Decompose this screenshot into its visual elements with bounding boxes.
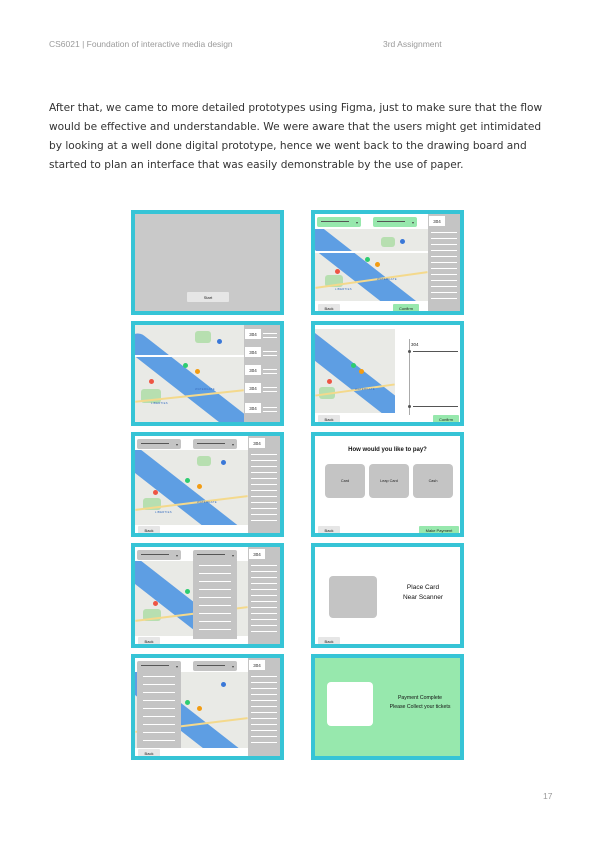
route-number[interactable]: 304 — [245, 329, 261, 339]
route-list-panel: 304 — [248, 436, 280, 533]
map: WATERGATE LIBERTIES — [315, 229, 428, 301]
back-button[interactable]: Back — [138, 749, 160, 756]
prototype-dropdown-open: ▾ ▾ 304 Back — [131, 543, 284, 648]
route-dropdown[interactable]: ▾ — [317, 217, 361, 227]
route-dropdown[interactable]: ▾ — [137, 550, 181, 560]
prototype-payment: How would you like to pay? Card Leap Car… — [311, 432, 464, 537]
route-list-panel: 304 304 304 304 304 — [244, 325, 280, 422]
ticket-placeholder — [327, 682, 373, 726]
body-paragraph: After that, we came to more detailed pro… — [49, 102, 543, 171]
pay-option-card[interactable]: Card — [325, 464, 365, 498]
stop-dropdown[interactable]: ▾ — [193, 661, 237, 671]
prototype-stop-select: WATERGATE 304 Back Confirm — [311, 321, 464, 426]
route-list-panel: 304 — [248, 658, 280, 756]
route-number: 304 — [249, 549, 265, 559]
route-number: 304 — [429, 216, 445, 226]
back-button[interactable]: Back — [138, 637, 160, 644]
make-payment-button[interactable]: Make Payment — [419, 526, 459, 533]
stop-dropdown[interactable]: ▾ — [373, 217, 417, 227]
prototype-dropdown-closed: WATERGATE LIBERTIES ▾ ▾ 304 Back — [131, 432, 284, 537]
map: WATERGATE LIBERTIES — [135, 325, 244, 422]
back-button[interactable]: Back — [318, 304, 340, 311]
pay-option-leap-card[interactable]: Leap Card — [369, 464, 409, 498]
back-button[interactable]: Back — [318, 526, 340, 533]
place-card-message: Place Card Near Scanner — [402, 584, 444, 601]
card-placeholder — [329, 576, 377, 618]
confirm-button[interactable]: Confirm — [433, 415, 459, 422]
prototype-dropdown-open-2: ▾ ▾ 304 Back — [131, 654, 284, 760]
header-assignment: 3rd Assignment — [383, 39, 442, 49]
route-number: 304 — [249, 660, 265, 670]
back-button[interactable]: Back — [318, 415, 340, 422]
prototype-start-screen: Start — [131, 210, 284, 315]
payment-complete-message: Payment Complete Please Collect your tic… — [389, 695, 451, 710]
route-list-panel: 304 — [428, 214, 460, 311]
route-number[interactable]: 304 — [245, 365, 261, 375]
pay-option-cash[interactable]: Cash — [413, 464, 453, 498]
payment-title: How would you like to pay? — [348, 447, 427, 453]
route-dropdown-list[interactable] — [137, 670, 181, 748]
stop-dropdown[interactable]: ▾ — [193, 439, 237, 449]
map: WATERGATE LIBERTIES — [135, 450, 248, 525]
map: WATERGATE — [315, 329, 395, 413]
start-button[interactable]: Start — [187, 292, 229, 302]
route-dropdown[interactable]: ▾ — [137, 439, 181, 449]
prototype-route-list: WATERGATE LIBERTIES 304 304 304 304 304 — [131, 321, 284, 426]
route-number[interactable]: 304 — [245, 383, 261, 393]
back-button[interactable]: Back — [138, 526, 160, 533]
route-number: 304 — [249, 438, 265, 448]
stop-dropdown-list[interactable] — [193, 559, 237, 639]
prototype-route-select: WATERGATE LIBERTIES ▾ ▾ 304 Back Confirm — [311, 210, 464, 315]
confirm-button[interactable]: Confirm — [393, 304, 419, 311]
route-number[interactable]: 304 — [245, 347, 261, 357]
route-number: 304 — [411, 342, 419, 347]
prototype-payment-complete: Payment Complete Please Collect your tic… — [311, 654, 464, 760]
prototype-place-card: Place Card Near Scanner Back — [311, 543, 464, 648]
route-list-panel: 304 — [248, 547, 280, 644]
header-course: CS6021 | Foundation of interactive media… — [49, 39, 233, 49]
back-button[interactable]: Back — [318, 637, 340, 644]
page-number: 17 — [543, 791, 553, 801]
route-number[interactable]: 304 — [245, 403, 261, 413]
